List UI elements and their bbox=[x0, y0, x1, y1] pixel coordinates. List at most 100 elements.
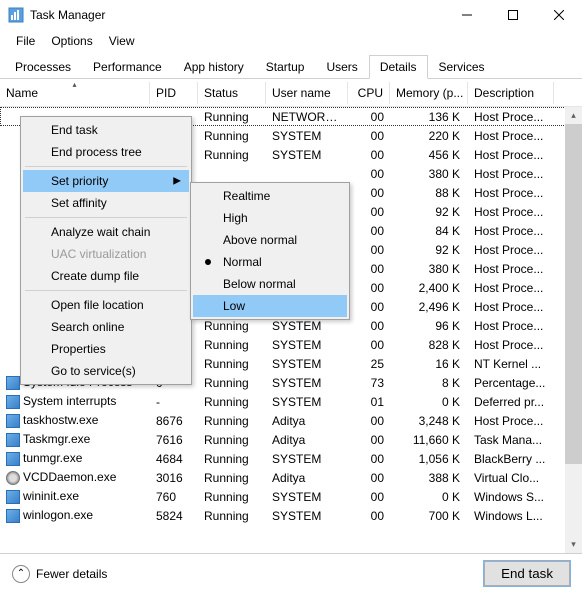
cell-memory: 0 K bbox=[390, 489, 468, 505]
app-icon bbox=[8, 7, 24, 23]
cell-status: Running bbox=[198, 147, 266, 163]
cell-user bbox=[266, 173, 348, 175]
menu-options[interactable]: Options bbox=[43, 32, 100, 50]
cell-description: Task Mana... bbox=[468, 432, 554, 448]
cell-description: Host Proce... bbox=[468, 299, 554, 315]
priority-below-normal[interactable]: Below normal bbox=[193, 273, 347, 295]
cell-user: SYSTEM bbox=[266, 356, 348, 372]
scroll-down-button[interactable]: ▾ bbox=[565, 536, 582, 553]
scroll-up-button[interactable]: ▴ bbox=[565, 107, 582, 124]
cell-name: VCDDaemon.exe bbox=[0, 469, 150, 486]
col-header-cpu[interactable]: CPU bbox=[348, 82, 390, 104]
cm-search-online[interactable]: Search online bbox=[23, 316, 189, 338]
cm-uac-virtualization: UAC virtualization bbox=[23, 243, 189, 265]
priority-low[interactable]: Low bbox=[193, 295, 347, 317]
cell-memory: 0 K bbox=[390, 394, 468, 410]
cell-cpu: 00 bbox=[348, 109, 390, 125]
tab-startup[interactable]: Startup bbox=[255, 55, 316, 79]
tab-services[interactable]: Services bbox=[428, 55, 496, 79]
cell-cpu: 00 bbox=[348, 261, 390, 277]
fewer-details-toggle[interactable]: ⌃ Fewer details bbox=[12, 565, 107, 583]
table-row[interactable]: taskhostw.exe8676RunningAditya003,248 KH… bbox=[0, 411, 582, 430]
cm-separator bbox=[25, 217, 187, 218]
col-header-name[interactable]: Name▴ bbox=[0, 82, 150, 104]
col-header-memory[interactable]: Memory (p... bbox=[390, 82, 468, 104]
priority-normal[interactable]: Normal bbox=[193, 251, 347, 273]
cell-memory: 16 K bbox=[390, 356, 468, 372]
cm-end-process-tree[interactable]: End process tree bbox=[23, 141, 189, 163]
titlebar[interactable]: Task Manager bbox=[0, 0, 582, 30]
cell-name: tunmgr.exe bbox=[0, 450, 150, 467]
tab-details[interactable]: Details bbox=[369, 55, 428, 79]
maximize-button[interactable] bbox=[490, 0, 536, 30]
tab-performance[interactable]: Performance bbox=[82, 55, 173, 79]
tab-app-history[interactable]: App history bbox=[173, 55, 255, 79]
cell-status: Running bbox=[198, 413, 266, 429]
cell-description: Host Proce... bbox=[468, 261, 554, 277]
cell-memory: 2,400 K bbox=[390, 280, 468, 296]
cell-memory: 8 K bbox=[390, 375, 468, 391]
cell-status: Running bbox=[198, 508, 266, 524]
cell-status: Running bbox=[198, 128, 266, 144]
cm-end-task[interactable]: End task bbox=[23, 119, 189, 141]
col-header-description[interactable]: Description bbox=[468, 82, 554, 104]
table-row[interactable]: System interrupts-RunningSYSTEM010 KDefe… bbox=[0, 392, 582, 411]
cell-cpu: 00 bbox=[348, 432, 390, 448]
cm-properties[interactable]: Properties bbox=[23, 338, 189, 360]
cell-user: SYSTEM bbox=[266, 451, 348, 467]
cell-cpu: 00 bbox=[348, 147, 390, 163]
cell-description: Host Proce... bbox=[468, 318, 554, 334]
cell-status: Running bbox=[198, 394, 266, 410]
menu-file[interactable]: File bbox=[8, 32, 43, 50]
col-header-status[interactable]: Status bbox=[198, 82, 266, 104]
cell-cpu: 25 bbox=[348, 356, 390, 372]
cell-description: Windows L... bbox=[468, 508, 554, 524]
cell-cpu: 00 bbox=[348, 299, 390, 315]
col-header-user[interactable]: User name bbox=[266, 82, 348, 104]
cm-set-affinity[interactable]: Set affinity bbox=[23, 192, 189, 214]
table-row[interactable]: wininit.exe760RunningSYSTEM000 KWindows … bbox=[0, 487, 582, 506]
table-row[interactable]: tunmgr.exe4684RunningSYSTEM001,056 KBlac… bbox=[0, 449, 582, 468]
cell-memory: 388 K bbox=[390, 470, 468, 486]
cm-go-to-services[interactable]: Go to service(s) bbox=[23, 360, 189, 382]
cell-name: Taskmgr.exe bbox=[0, 431, 150, 448]
cell-name: System interrupts bbox=[0, 393, 150, 410]
cell-pid: 5824 bbox=[150, 508, 198, 524]
end-task-button[interactable]: End task bbox=[484, 561, 570, 586]
cell-description: Host Proce... bbox=[468, 147, 554, 163]
tab-users[interactable]: Users bbox=[315, 55, 368, 79]
cell-status: Running bbox=[198, 337, 266, 353]
cell-cpu: 01 bbox=[348, 394, 390, 410]
cell-description: Host Proce... bbox=[468, 413, 554, 429]
minimize-button[interactable] bbox=[444, 0, 490, 30]
cell-memory: 92 K bbox=[390, 204, 468, 220]
cell-cpu: 00 bbox=[348, 470, 390, 486]
table-row[interactable]: VCDDaemon.exe3016RunningAditya00388 KVir… bbox=[0, 468, 582, 487]
priority-high[interactable]: High bbox=[193, 207, 347, 229]
cm-open-file-location[interactable]: Open file location bbox=[23, 294, 189, 316]
cm-set-priority[interactable]: Set priority▶ bbox=[23, 170, 189, 192]
vertical-scrollbar[interactable]: ▴ ▾ bbox=[565, 107, 582, 553]
col-header-pid[interactable]: PID bbox=[150, 82, 198, 104]
menu-view[interactable]: View bbox=[101, 32, 143, 50]
cm-analyze-wait-chain[interactable]: Analyze wait chain bbox=[23, 221, 189, 243]
cell-user: Aditya bbox=[266, 432, 348, 448]
scroll-thumb[interactable] bbox=[565, 124, 582, 464]
cell-pid: 8676 bbox=[150, 413, 198, 429]
table-row[interactable]: Taskmgr.exe7616RunningAditya0011,660 KTa… bbox=[0, 430, 582, 449]
cell-status: Running bbox=[198, 109, 266, 125]
cm-separator bbox=[25, 166, 187, 167]
cell-pid: - bbox=[150, 394, 198, 410]
cell-description: Host Proce... bbox=[468, 185, 554, 201]
priority-realtime[interactable]: Realtime bbox=[193, 185, 347, 207]
cm-create-dump-file[interactable]: Create dump file bbox=[23, 265, 189, 287]
tab-processes[interactable]: Processes bbox=[4, 55, 82, 79]
cell-pid: 4684 bbox=[150, 451, 198, 467]
close-button[interactable] bbox=[536, 0, 582, 30]
cell-cpu: 00 bbox=[348, 489, 390, 505]
cell-description: NT Kernel ... bbox=[468, 356, 554, 372]
cm-separator bbox=[25, 290, 187, 291]
priority-above-normal[interactable]: Above normal bbox=[193, 229, 347, 251]
cell-cpu: 73 bbox=[348, 375, 390, 391]
table-row[interactable]: winlogon.exe5824RunningSYSTEM00700 KWind… bbox=[0, 506, 582, 525]
